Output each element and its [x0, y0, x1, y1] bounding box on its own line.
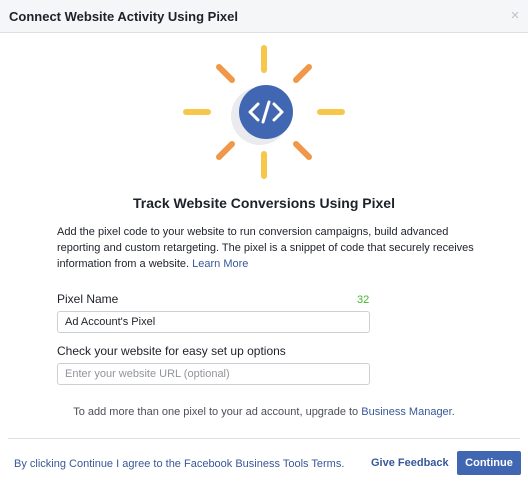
give-feedback-link[interactable]: Give Feedback [371, 457, 449, 469]
upgrade-text: To add more than one pixel to your ad ac… [73, 406, 359, 418]
dialog-footer: By clicking Continue I agree to the Face… [8, 438, 521, 484]
close-icon[interactable]: × [508, 8, 522, 23]
dialog-header: Connect Website Activity Using Pixel × [0, 0, 528, 33]
business-manager-link[interactable]: Business Manager [361, 406, 452, 418]
pixel-name-label: Pixel Name [57, 292, 119, 306]
ray-top-left [216, 64, 235, 83]
section-heading: Track Website Conversions Using Pixel [133, 195, 395, 211]
upgrade-note: To add more than one pixel to your ad ac… [0, 406, 528, 418]
description-text: Add the pixel code to your website to ru… [57, 226, 474, 270]
learn-more-link[interactable]: Learn More [192, 258, 248, 270]
pixel-code-illustration [183, 45, 345, 179]
continue-button[interactable]: Continue [457, 451, 521, 475]
connect-pixel-dialog: Connect Website Activity Using Pixel × T… [0, 0, 528, 483]
website-url-input[interactable] [57, 363, 370, 385]
dialog-title: Connect Website Activity Using Pixel [9, 9, 238, 24]
pixel-name-input[interactable] [57, 311, 370, 333]
website-label: Check your website for easy set up optio… [57, 344, 286, 358]
ray-bottom-left [216, 141, 235, 160]
description: Add the pixel code to your website to ru… [57, 224, 477, 272]
upgrade-suffix: . [451, 406, 455, 418]
pixel-name-char-counter: 32 [357, 294, 370, 306]
terms-link[interactable]: By clicking Continue I agree to the Face… [14, 458, 344, 470]
ray-bottom-right [293, 141, 312, 160]
ray-top-right [293, 64, 312, 83]
